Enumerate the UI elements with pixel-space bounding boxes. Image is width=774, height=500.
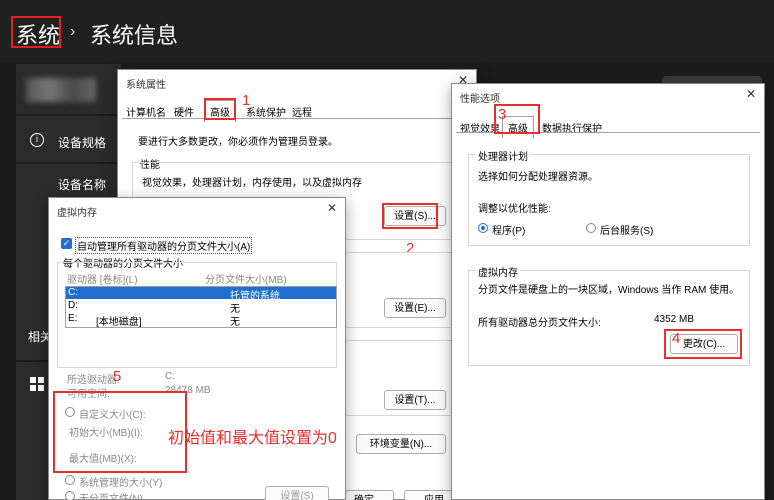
close-icon[interactable]: ✕ [327,201,337,215]
breadcrumb-separator: › [70,23,76,40]
tab-remote[interactable]: 远程 [292,104,312,119]
annotation-box-advanced-tab [204,98,236,120]
startup-settings-button[interactable]: 设置(T)... [384,390,446,410]
selected-drive-value: C: [165,371,175,382]
set-button[interactable]: 设置(S) [265,486,329,500]
annotation-step-1: 1 [242,92,251,109]
performance-description: 视觉效果，处理器计划，内存使用，以及虚拟内存 [142,178,362,189]
annotation-step-3: 3 [498,106,507,123]
performance-options-dialog: 性能选项 ✕ 视觉效果 高级 数据执行保护 3 处理器计划 选择如何分配处理器资… [451,83,765,500]
watermark: CSDN @謂上帝愛你 [652,477,762,491]
drive-size: 无 [230,317,240,328]
annotation-box-custom-size [53,391,187,473]
device-name-label: 设备名称 [58,178,107,192]
annotation-note: 初始值和最大值设置为0 [168,430,337,447]
user-profiles-settings-button[interactable]: 设置(E)... [384,298,446,318]
close-icon[interactable]: ✕ [746,87,756,101]
windows-logo-icon [30,377,44,391]
page-title: 系统信息 [90,23,179,48]
selected-row-highlight [66,287,336,299]
drive-letter[interactable]: C: [68,287,78,298]
no-paging-label: 无分页文件(N) [79,494,143,500]
selected-drive-label: 所选驱动器: [67,375,120,386]
admin-note: 要进行大多数更改，你必须作为管理员登录。 [138,137,338,148]
virtual-memory-dialog: 虚拟内存 ✕ ✓ 自动管理所有驱动器的分页文件大小(A) 每个驱动器的分页文件大… [48,197,346,500]
divider [16,162,121,164]
background-services-radio-label: 后台服务(S) [600,226,654,237]
column-size: 分页文件大小(MB) [205,275,287,286]
auto-manage-label: 自动管理所有驱动器的分页文件大小(A) [75,237,253,254]
device-specs-label[interactable]: 设备规格 [58,134,106,151]
total-paging-label: 所有驱动器总分页文件大小: [478,318,601,329]
annotation-step-4: 4 [672,330,681,347]
background-services-radio[interactable] [586,223,596,233]
annotation-box-settings [382,203,438,229]
annotation-box-breadcrumb [11,16,61,48]
programs-radio[interactable] [478,223,488,233]
drive-label: [本地磁盘] [96,317,142,328]
dialog-title: 系统属性 [126,80,166,91]
dialog-title: 性能选项 [460,94,500,105]
blurred-device-name [26,78,96,102]
info-icon: i [30,133,44,147]
tab-hardware[interactable]: 硬件 [174,104,194,119]
drive-letter[interactable]: D: [68,300,78,311]
no-paging-radio[interactable] [65,491,75,500]
total-paging-value: 4352 MB [654,314,695,325]
tab-strip-line [122,118,472,119]
dialog-title: 虚拟内存 [57,208,97,219]
adjust-for-label: 调整以优化性能: [478,204,551,215]
annotation-step-5: 5 [113,368,122,385]
drive-letter[interactable]: E: [68,313,77,324]
virtual-memory-label: 虚拟内存 [476,264,520,279]
auto-manage-checkbox[interactable]: ✓ [61,238,72,249]
system-managed-label: 系统管理的大小(Y) [79,478,163,489]
virtual-memory-description: 分页文件是硬盘上的一块区域，Windows 当作 RAM 使用。 [478,285,740,296]
environment-variables-button[interactable]: 环境变量(N)... [356,434,446,454]
programs-radio-label: 程序(P) [492,226,526,237]
tab-computer-name[interactable]: 计算机名 [126,104,166,119]
processor-scheduling-description: 选择如何分配处理器资源。 [478,172,598,183]
system-managed-radio[interactable] [65,475,75,485]
divider [16,114,121,116]
processor-scheduling-label: 处理器计划 [476,148,530,163]
tab-system-protection[interactable]: 系统保护 [246,104,286,119]
column-drive: 驱动器 [卷标](L) [67,275,138,286]
drive-list[interactable]: C: 托管的系统 D: 无 E: [本地磁盘] 无 [65,286,337,328]
